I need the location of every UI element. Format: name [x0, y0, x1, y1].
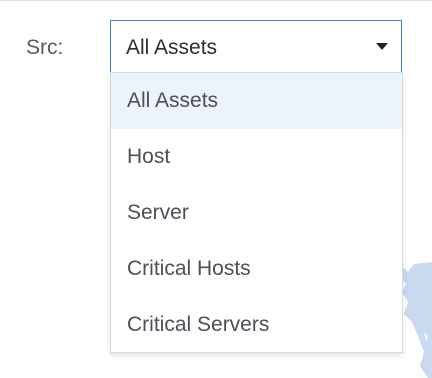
page: Src: All Assets All Assets Host Server C…	[0, 0, 432, 378]
src-label: Src:	[26, 36, 64, 59]
dropdown-option-critical-hosts[interactable]: Critical Hosts	[111, 241, 402, 297]
src-select[interactable]: All Assets	[110, 20, 402, 72]
caret-down-icon[interactable]	[376, 43, 388, 50]
src-dropdown-list: All Assets Host Server Critical Hosts Cr…	[110, 72, 403, 353]
src-select-value: All Assets	[126, 36, 218, 59]
dropdown-option-all-assets[interactable]: All Assets	[111, 73, 402, 129]
dropdown-option-host[interactable]: Host	[111, 129, 402, 185]
divider	[0, 0, 432, 1]
dropdown-option-critical-servers[interactable]: Critical Servers	[111, 297, 402, 353]
dropdown-option-server[interactable]: Server	[111, 185, 402, 241]
